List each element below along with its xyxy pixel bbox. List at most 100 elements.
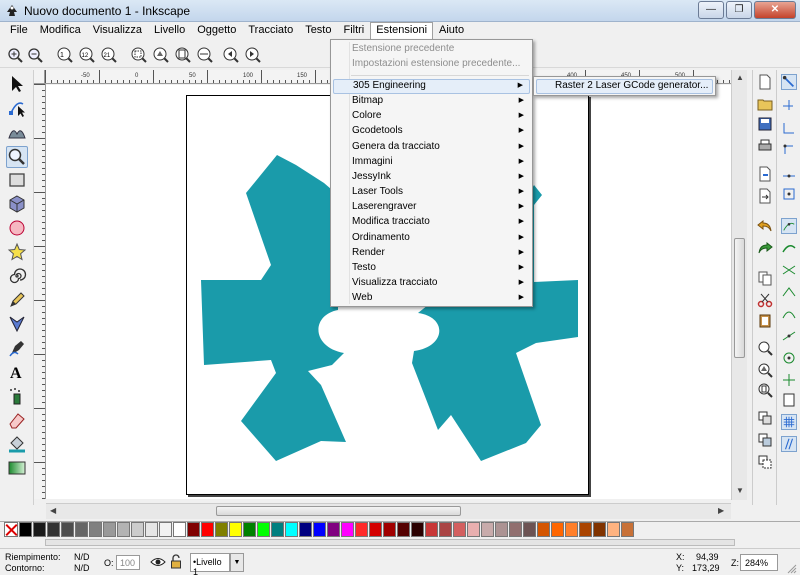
snap-intersections-icon[interactable] — [781, 262, 797, 278]
color-swatch[interactable] — [215, 522, 228, 537]
color-swatch[interactable] — [369, 522, 382, 537]
star-tool-icon[interactable] — [7, 242, 27, 262]
node-tool-icon[interactable] — [7, 98, 27, 118]
snap-nodes-icon[interactable] — [781, 218, 797, 234]
menu-item-raster-2-laser-gcode[interactable]: Raster 2 Laser GCode generator... — [536, 79, 713, 94]
snap-bbox-icon[interactable] — [781, 98, 797, 114]
snap-enable-icon[interactable] — [781, 74, 797, 90]
menu-item-ordinamento[interactable]: Ordinamento ▶ — [333, 231, 530, 246]
color-swatch[interactable] — [117, 522, 130, 537]
vertical-scroll-thumb[interactable] — [734, 238, 745, 358]
spiral-tool-icon[interactable] — [7, 266, 27, 286]
palette-scrollbar[interactable] — [45, 539, 735, 546]
color-swatch[interactable] — [411, 522, 424, 537]
layer-selector[interactable]: •Livello 1 — [190, 553, 230, 575]
color-swatch[interactable] — [425, 522, 438, 537]
color-swatch[interactable] — [61, 522, 74, 537]
maximize-button[interactable]: ❐ — [726, 1, 752, 19]
menu-item-visualizza-tracciato[interactable]: Visualizza tracciato ▶ — [333, 276, 530, 291]
cut-icon[interactable] — [757, 292, 773, 308]
color-swatch[interactable] — [579, 522, 592, 537]
color-swatch[interactable] — [621, 522, 634, 537]
color-swatch[interactable] — [271, 522, 284, 537]
zoom-drawing-cmd-icon[interactable] — [757, 362, 773, 378]
color-swatch[interactable] — [551, 522, 564, 537]
color-swatch[interactable] — [187, 522, 200, 537]
color-swatch[interactable] — [509, 522, 522, 537]
menu-item-bitmap[interactable]: Bitmap ▶ — [333, 94, 530, 109]
snap-smooth-nodes-icon[interactable] — [781, 306, 797, 322]
color-swatch[interactable] — [47, 522, 60, 537]
close-button[interactable]: ✕ — [754, 1, 796, 19]
paint-bucket-tool-icon[interactable] — [7, 434, 27, 454]
chevron-down-icon[interactable]: ▼ — [230, 553, 244, 572]
menu-item-jessyink[interactable]: JessyInk ▶ — [333, 170, 530, 185]
duplicate-icon[interactable] — [757, 410, 773, 426]
ellipse-tool-icon[interactable] — [7, 218, 27, 238]
unlink-clone-icon[interactable] — [757, 454, 773, 470]
color-swatch[interactable] — [495, 522, 508, 537]
color-swatch[interactable] — [201, 522, 214, 537]
minimize-button[interactable]: — — [698, 1, 724, 19]
color-swatch[interactable] — [243, 522, 256, 537]
snap-bbox-center-icon[interactable] — [781, 186, 797, 202]
menu-modifica[interactable]: Modifica — [34, 22, 87, 40]
snap-grid-icon[interactable] — [781, 414, 797, 430]
eraser-tool-icon[interactable] — [7, 410, 27, 430]
menu-item-colore[interactable]: Colore ▶ — [333, 109, 530, 124]
import-icon[interactable] — [757, 166, 773, 182]
color-swatch[interactable] — [33, 522, 46, 537]
scroll-left-arrow-icon[interactable]: ◀ — [50, 506, 56, 515]
color-swatch[interactable] — [19, 522, 32, 537]
opacity-spinbox[interactable]: 100 — [116, 555, 140, 570]
stroke-value[interactable]: N/D — [74, 563, 90, 573]
menu-item-render[interactable]: Render ▶ — [333, 246, 530, 261]
vertical-ruler[interactable] — [34, 84, 46, 499]
resize-grip-icon[interactable] — [787, 564, 797, 574]
menu-aiuto[interactable]: Aiuto — [433, 22, 470, 40]
menu-item-305-engineering[interactable]: 305 Engineering ▶ — [333, 79, 530, 94]
color-swatch[interactable] — [607, 522, 620, 537]
text-tool-icon[interactable]: A — [7, 362, 27, 382]
color-swatch[interactable] — [89, 522, 102, 537]
gear-left-half[interactable] — [201, 155, 346, 461]
color-swatch[interactable] — [75, 522, 88, 537]
color-swatch[interactable] — [355, 522, 368, 537]
color-swatch[interactable] — [397, 522, 410, 537]
color-swatch[interactable] — [383, 522, 396, 537]
3d-box-tool-icon[interactable] — [7, 194, 27, 214]
menu-item-gcodetools[interactable]: Gcodetools ▶ — [333, 124, 530, 139]
color-swatch[interactable] — [229, 522, 242, 537]
redo-icon[interactable] — [757, 240, 773, 256]
open-folder-icon[interactable] — [757, 96, 773, 112]
snap-guides-icon[interactable] — [781, 436, 797, 452]
scroll-down-arrow-icon[interactable]: ▼ — [736, 486, 744, 495]
zoom-out-icon[interactable] — [26, 46, 44, 64]
color-swatch[interactable] — [327, 522, 340, 537]
menu-file[interactable]: File — [4, 22, 34, 40]
calligraphy-tool-icon[interactable] — [7, 338, 27, 358]
spray-tool-icon[interactable] — [7, 386, 27, 406]
menu-estensioni[interactable]: Estensioni — [370, 22, 434, 40]
no-paint-swatch[interactable] — [4, 522, 18, 537]
snap-cusp-nodes-icon[interactable] — [781, 284, 797, 300]
export-icon[interactable] — [757, 188, 773, 204]
zoom-selection-cmd-icon[interactable] — [757, 340, 773, 356]
menu-item-laser-tools[interactable]: Laser Tools ▶ — [333, 185, 530, 200]
menu-item-immagini[interactable]: Immagini ▶ — [333, 155, 530, 170]
color-swatch[interactable] — [173, 522, 186, 537]
scroll-right-arrow-icon[interactable]: ▶ — [718, 506, 724, 515]
lock-icon[interactable] — [170, 554, 182, 569]
menu-oggetto[interactable]: Oggetto — [191, 22, 242, 40]
pencil-tool-icon[interactable] — [7, 290, 27, 310]
color-swatch[interactable] — [537, 522, 550, 537]
menu-item-modifica-tracciato[interactable]: Modifica tracciato ▶ — [333, 215, 530, 230]
color-swatch[interactable] — [593, 522, 606, 537]
fill-value[interactable]: N/D — [74, 552, 90, 562]
color-swatch[interactable] — [565, 522, 578, 537]
vertical-scrollbar[interactable]: ▲ ▼ — [731, 70, 747, 500]
scroll-up-arrow-icon[interactable]: ▲ — [736, 73, 744, 82]
zoom-field[interactable]: 284% — [740, 554, 778, 571]
zoom-page-width-icon[interactable] — [196, 46, 214, 64]
color-swatch[interactable] — [103, 522, 116, 537]
